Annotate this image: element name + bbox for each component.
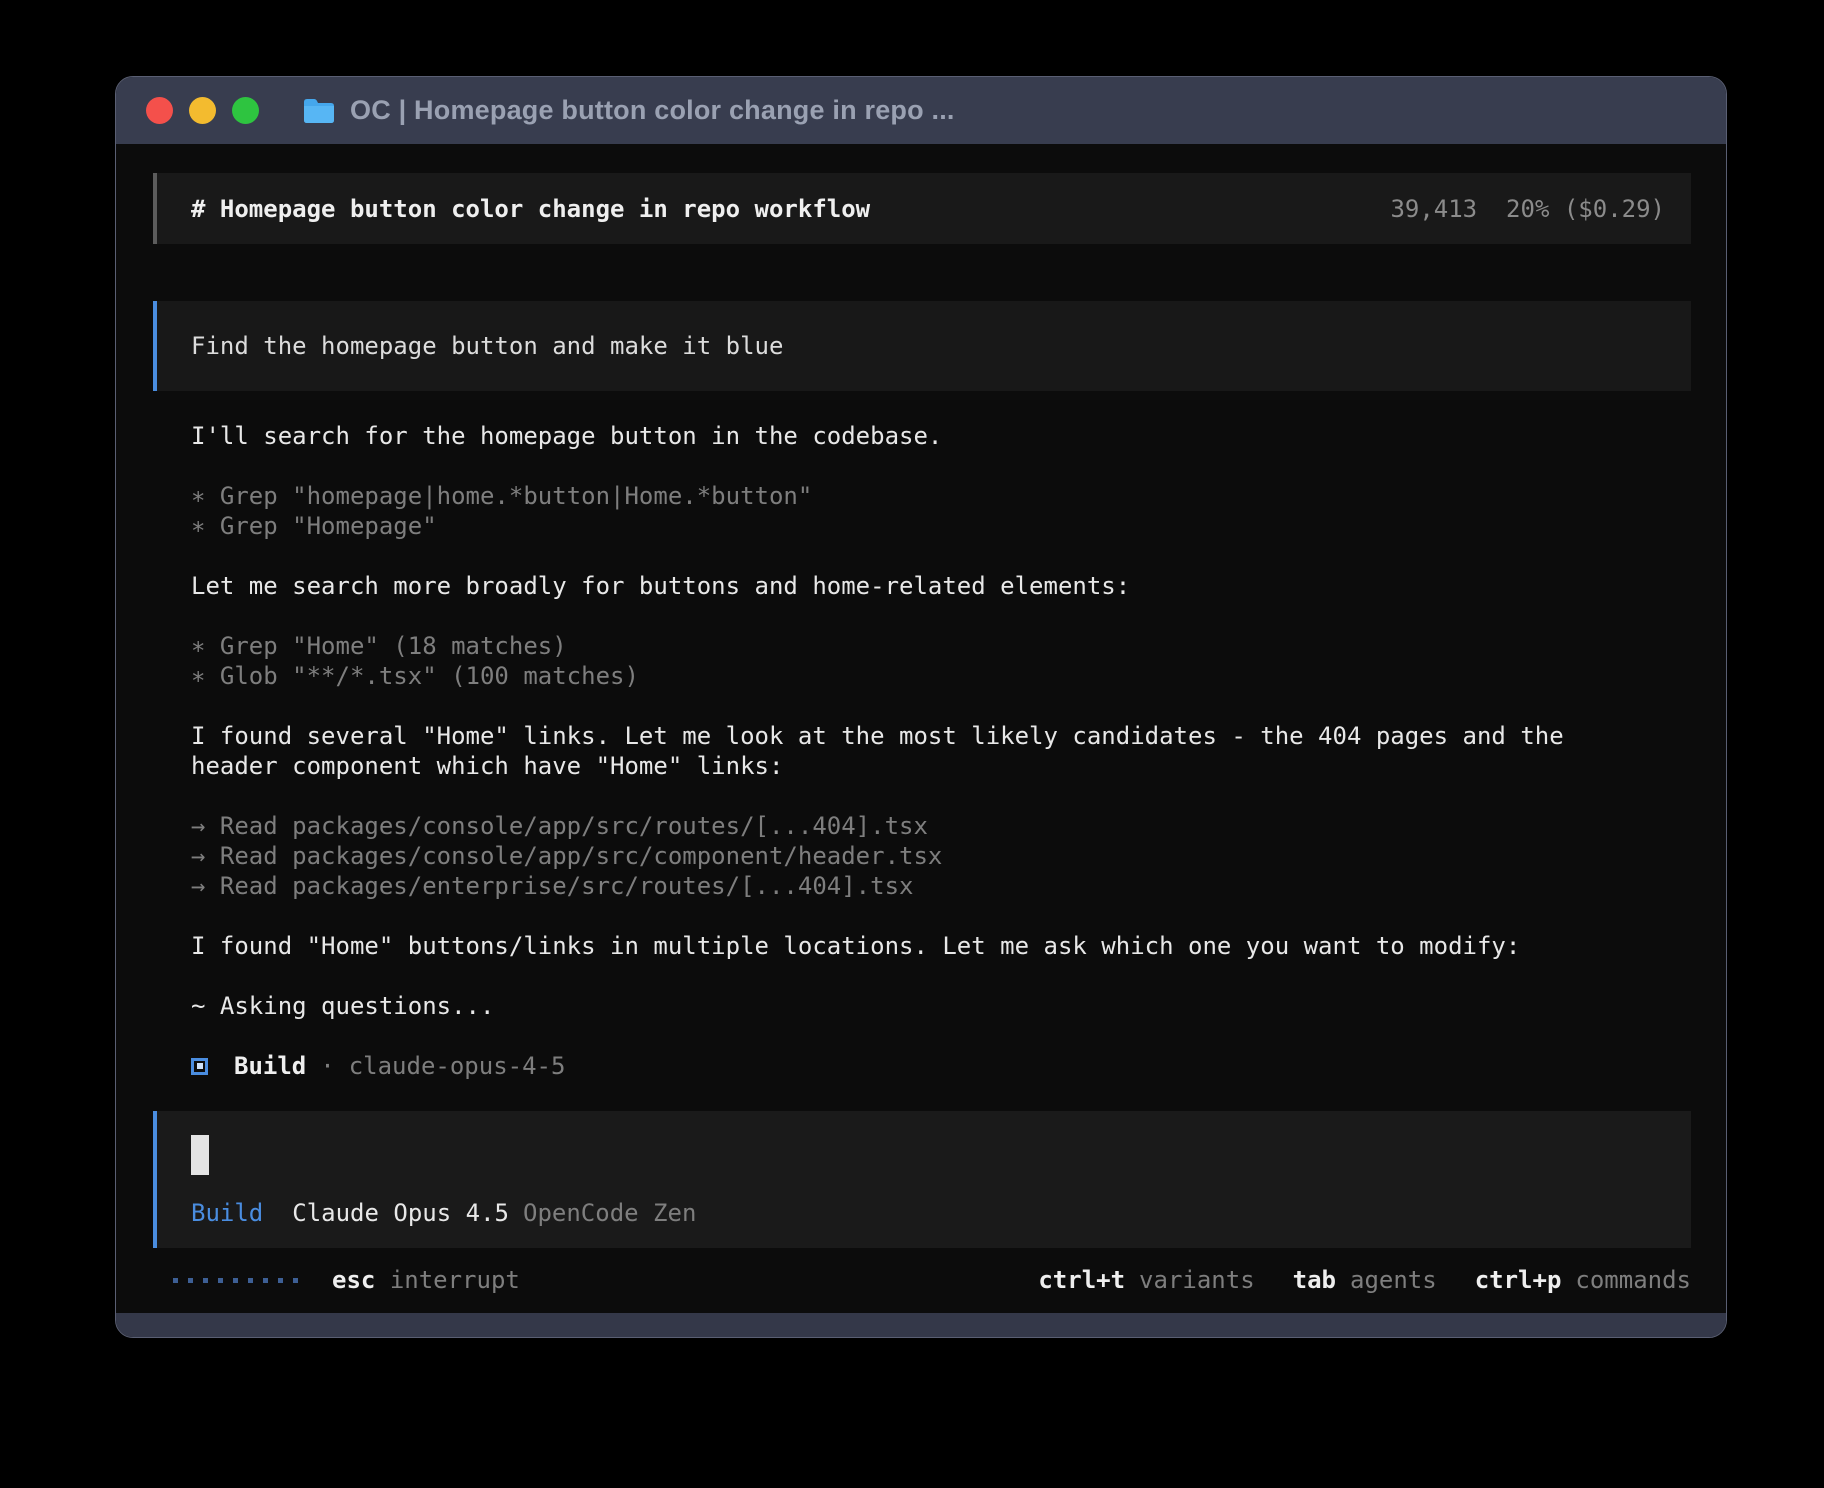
composer-model-label[interactable]: Claude Opus 4.5 [292,1198,509,1228]
agent-name: Build [234,1051,306,1081]
composer-agent-label[interactable]: Build [191,1198,263,1228]
window-titlebar[interactable]: OC | Homepage button color change in rep… [116,77,1726,144]
tool-call-grep: ∗ Grep "homepage|home.*button|Home.*butt… [191,481,1691,511]
shortcut-label: agents [1350,1265,1437,1295]
session-header: # Homepage button color change in repo w… [153,173,1691,244]
shortcut-key: ctrl+t [1038,1265,1125,1295]
assistant-message-line: I found "Home" buttons/links in multiple… [191,931,1691,961]
agent-status-row: Build · claude-opus-4-5 [153,1051,1691,1081]
user-message-text: Find the homepage button and make it blu… [191,331,783,361]
minimize-button[interactable] [189,97,216,124]
assistant-message-line: header component which have "Home" links… [191,751,1691,781]
tool-call-glob: ∗ Glob "**/*.tsx" (100 matches) [191,661,1691,691]
statusbar-shortcuts: ctrl+t variants tab agents ctrl+p comman… [1000,1265,1691,1295]
session-title: # Homepage button color change in repo w… [191,194,870,224]
assistant-transcript: I'll search for the homepage button in t… [153,421,1691,1021]
user-message: Find the homepage button and make it blu… [153,301,1691,391]
esc-key-action [375,1265,389,1295]
esc-key-hint: esc [332,1265,375,1295]
shortcut-variants: ctrl+t variants [1038,1265,1254,1295]
context-usage: 20% ($0.29) [1506,195,1665,223]
spinner-dots-icon [173,1278,298,1283]
tool-call-read: → Read packages/console/app/src/componen… [191,841,1691,871]
text-cursor [191,1135,209,1175]
shortcut-key: ctrl+p [1475,1265,1562,1295]
assistant-message-line: Let me search more broadly for buttons a… [191,571,1691,601]
close-button[interactable] [146,97,173,124]
shortcut-commands: ctrl+p commands [1475,1265,1691,1295]
assistant-status-line: ~ Asking questions... [191,991,1691,1021]
shortcut-key: tab [1293,1265,1336,1295]
shortcut-label: variants [1139,1265,1255,1295]
window-bottom-strip [116,1313,1726,1337]
dot-separator: · [320,1051,334,1081]
shortcut-label: commands [1575,1265,1691,1295]
traffic-lights [146,97,259,124]
terminal-content: # Homepage button color change in repo w… [116,144,1726,1313]
agent-model: claude-opus-4-5 [349,1051,566,1081]
tool-call-grep: ∗ Grep "Homepage" [191,511,1691,541]
tool-call-read: → Read packages/console/app/src/routes/[… [191,811,1691,841]
statusbar-left: esc interrupt [153,1265,520,1295]
window-title: OC | Homepage button color change in rep… [350,95,955,126]
assistant-message-line: I'll search for the homepage button in t… [191,421,1691,451]
token-count: 39,413 [1390,195,1477,223]
prompt-input[interactable]: Build Claude Opus 4.5 OpenCode Zen [153,1111,1691,1248]
shortcut-agents: tab agents [1293,1265,1437,1295]
tool-call-read: → Read packages/enterprise/src/routes/[.… [191,871,1691,901]
status-bar: esc interrupt ctrl+t variants tab agents… [153,1265,1691,1295]
blue-folder-icon [302,96,336,126]
session-stats: 39,413 20% ($0.29) [1390,194,1665,224]
composer-provider-label: OpenCode Zen [523,1198,696,1228]
interrupt-label: interrupt [390,1265,520,1295]
agent-square-icon [191,1058,208,1075]
zoom-button[interactable] [232,97,259,124]
composer-meta: Build Claude Opus 4.5 OpenCode Zen [191,1198,1671,1228]
assistant-message-line: I found several "Home" links. Let me loo… [191,721,1691,751]
tool-call-grep: ∗ Grep "Home" (18 matches) [191,631,1691,661]
terminal-window: OC | Homepage button color change in rep… [115,76,1727,1338]
